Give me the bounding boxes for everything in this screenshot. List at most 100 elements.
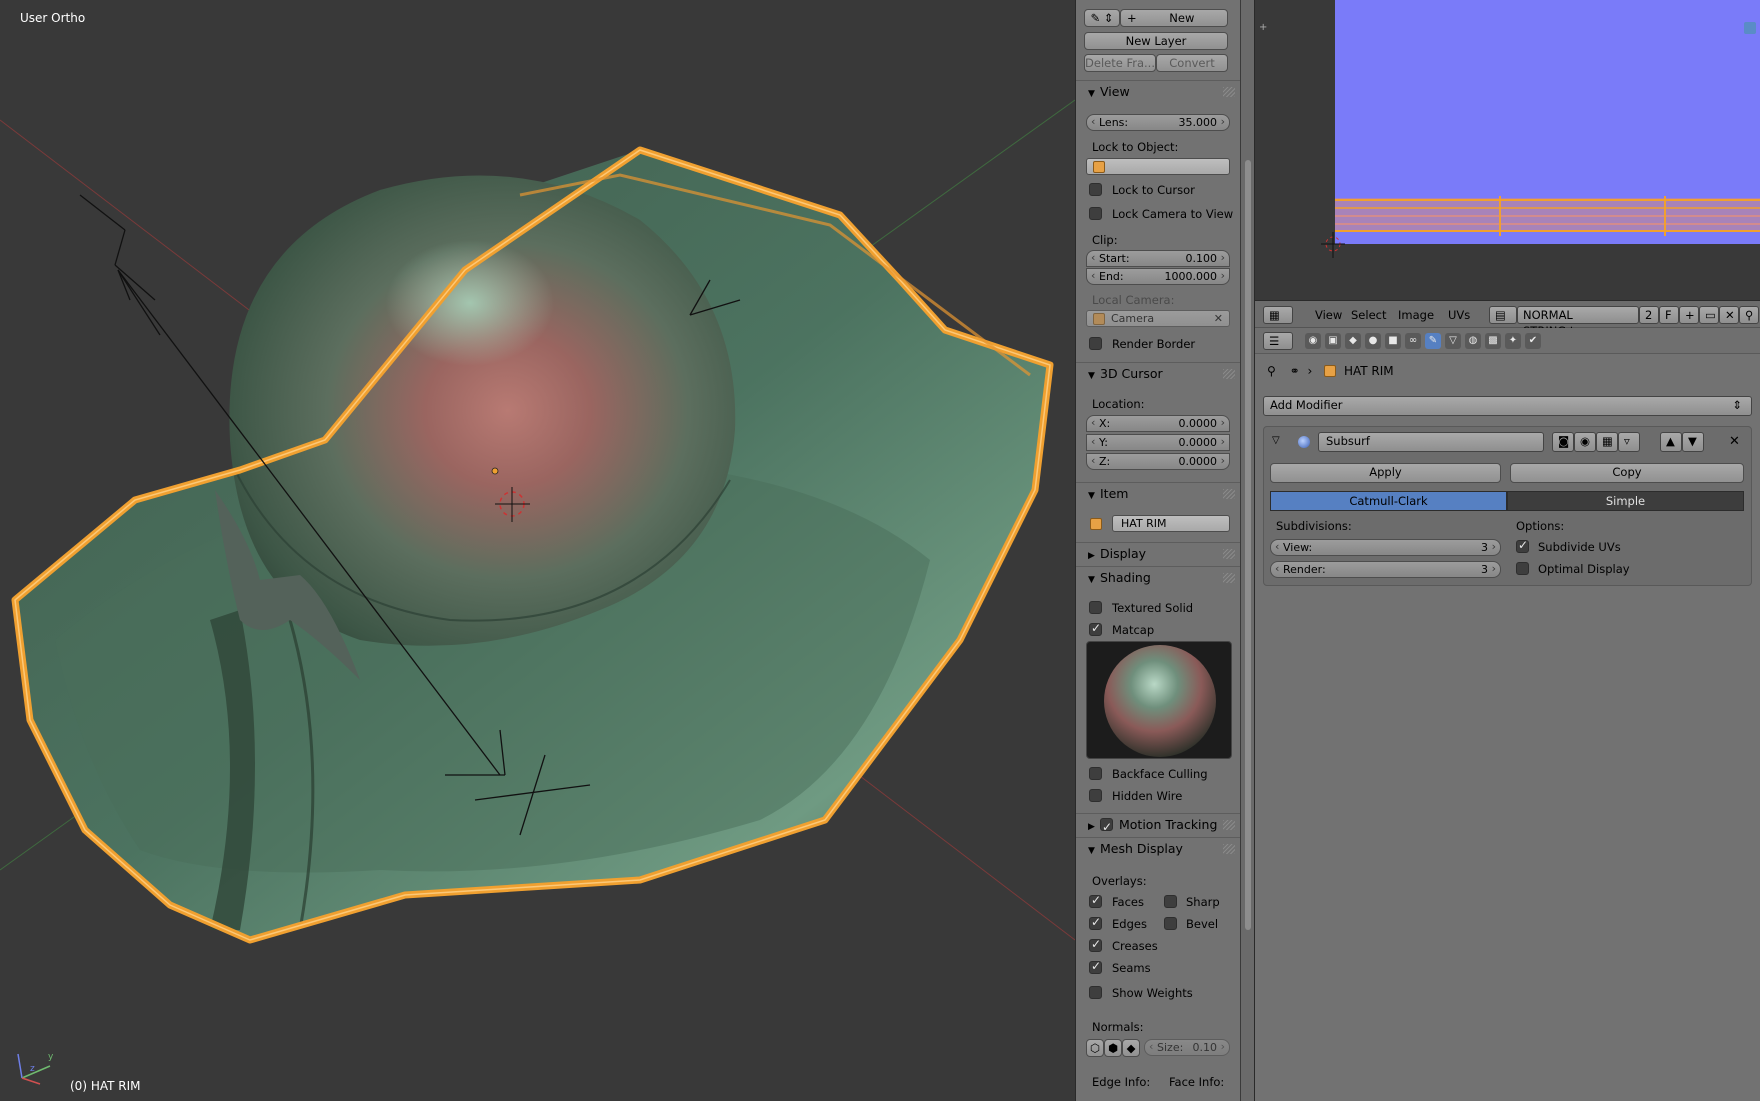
simple-toggle[interactable]: Simple: [1507, 491, 1744, 511]
copy-button[interactable]: Copy: [1510, 463, 1744, 483]
item-name-field[interactable]: HAT RIM: [1112, 515, 1230, 532]
image-users-count[interactable]: 2: [1639, 306, 1659, 324]
textured-solid-checkbox[interactable]: [1089, 601, 1102, 614]
uv-islands[interactable]: [1335, 196, 1760, 236]
render-layers-tab-icon[interactable]: ▣: [1325, 333, 1341, 349]
toolbar-toggle-icon[interactable]: [1744, 22, 1756, 34]
modifiers-wrench-icon[interactable]: ✎: [1425, 333, 1441, 349]
view-panel-header[interactable]: ▼ View: [1076, 80, 1240, 102]
texture-tab-icon[interactable]: ▩: [1485, 333, 1501, 349]
hat-scene[interactable]: [0, 0, 1075, 1101]
grip-icon[interactable]: [1223, 369, 1235, 379]
creases-checkbox[interactable]: [1089, 937, 1102, 952]
bevel-checkbox[interactable]: [1164, 917, 1177, 930]
show-render-toggle[interactable]: ◙: [1552, 432, 1574, 452]
normal-size-field[interactable]: Size: 0.10: [1144, 1039, 1230, 1056]
face-normals-button[interactable]: ◆: [1122, 1039, 1140, 1057]
properties-shelf[interactable]: ✎ ⇕ + New New Layer Delete Fra... Conver…: [1075, 0, 1240, 1101]
physics-tab-icon[interactable]: ✔: [1525, 333, 1541, 349]
render-levels-field[interactable]: Render: 3: [1270, 561, 1501, 578]
lock-camera-checkbox[interactable]: [1089, 207, 1102, 220]
scene-tab-icon[interactable]: ◆: [1345, 333, 1361, 349]
cursor-panel-header[interactable]: ▼ 3D Cursor: [1076, 362, 1240, 384]
unlink-image-button[interactable]: ✕: [1719, 306, 1739, 324]
world-tab-icon[interactable]: ●: [1365, 333, 1381, 349]
clip-start-field[interactable]: Start: 0.100: [1086, 250, 1230, 267]
properties-editor-menu[interactable]: ☰: [1263, 332, 1293, 350]
properties-tabs[interactable]: ☰ ◉ ▣ ◆ ● ■ ∞ ✎ ▽ ◍ ▩ ✦ ✔: [1255, 328, 1760, 354]
lock-to-cursor-checkbox[interactable]: [1089, 183, 1102, 196]
optimal-display-checkbox[interactable]: [1516, 562, 1529, 575]
shading-panel-header[interactable]: ▼ Shading: [1076, 566, 1240, 588]
edges-checkbox[interactable]: [1089, 915, 1102, 930]
faces-checkbox[interactable]: [1089, 893, 1102, 908]
3d-viewport[interactable]: User Ortho (0) HAT RIM y z: [0, 0, 1075, 1101]
editor-type-menu[interactable]: ▦: [1263, 306, 1293, 324]
image-editor-header[interactable]: ▦ View Select Image UVs ▤ NORMAL STRING.…: [1255, 300, 1760, 338]
pencil-mode-toggle[interactable]: ✎ ⇕: [1084, 9, 1120, 27]
lens-field[interactable]: Lens: 35.000: [1086, 114, 1230, 131]
motion-tracking-header[interactable]: ▶ Motion Tracking: [1076, 813, 1240, 838]
menu-select[interactable]: Select: [1351, 308, 1386, 322]
render-border-checkbox[interactable]: [1089, 337, 1102, 350]
scrollbar-thumb[interactable]: [1245, 160, 1251, 930]
image-name-field[interactable]: NORMAL STRING.tga: [1517, 306, 1639, 338]
modifier-name-field[interactable]: Subsurf: [1318, 432, 1544, 452]
open-image-button[interactable]: ▭: [1699, 306, 1719, 324]
cursor-y-field[interactable]: Y: 0.0000: [1086, 434, 1230, 451]
pin-icon[interactable]: ⚲: [1267, 364, 1276, 378]
clear-x-icon[interactable]: ✕: [1214, 311, 1223, 326]
material-tab-icon[interactable]: ◍: [1465, 333, 1481, 349]
mesh-display-header[interactable]: ▼ Mesh Display: [1076, 837, 1240, 859]
seams-checkbox[interactable]: [1089, 959, 1102, 974]
grip-icon[interactable]: [1223, 489, 1235, 499]
subdivide-uvs-checkbox[interactable]: [1516, 538, 1529, 553]
data-tab-icon[interactable]: ▽: [1445, 333, 1461, 349]
menu-view[interactable]: View: [1315, 308, 1342, 322]
apply-button[interactable]: Apply: [1270, 463, 1501, 483]
clip-end-field[interactable]: End: 1000.000: [1086, 268, 1230, 285]
catmull-clark-toggle[interactable]: Catmull-Clark: [1270, 491, 1507, 511]
shelf-scrollbar[interactable]: [1241, 0, 1255, 1101]
matcap-preview[interactable]: [1086, 641, 1232, 759]
fake-user-toggle[interactable]: F: [1659, 306, 1679, 324]
grip-icon[interactable]: [1223, 549, 1235, 559]
move-up-button[interactable]: ▲: [1660, 432, 1682, 452]
hidden-wire-checkbox[interactable]: [1089, 789, 1102, 802]
show-weights-checkbox[interactable]: [1089, 986, 1102, 999]
cursor-x-field[interactable]: X: 0.0000: [1086, 415, 1230, 432]
show-editmode-toggle[interactable]: ▦: [1596, 432, 1618, 452]
menu-uvs[interactable]: UVs: [1448, 308, 1470, 322]
properties-editor[interactable]: ☰ ◉ ▣ ◆ ● ■ ∞ ✎ ▽ ◍ ▩ ✦ ✔ ⚲ ⚭ › HAT RIM …: [1255, 328, 1760, 1101]
local-camera-field[interactable]: Camera ✕: [1086, 310, 1230, 327]
subsurf-modifier-panel[interactable]: ▽ Subsurf ◙ ◉ ▦ ▿ ▲ ▼ ✕ Apply Copy Catmu…: [1263, 426, 1752, 586]
remove-modifier-close-icon[interactable]: ✕: [1729, 434, 1740, 449]
backface-culling-checkbox[interactable]: [1089, 767, 1102, 780]
delete-frame-button[interactable]: Delete Fra...: [1084, 54, 1156, 72]
add-modifier-dropdown[interactable]: Add Modifier ⇕: [1263, 396, 1752, 416]
view-levels-field[interactable]: View: 3: [1270, 539, 1501, 556]
new-image-button[interactable]: +: [1679, 306, 1699, 324]
render-tab-icon[interactable]: ◉: [1305, 333, 1321, 349]
plus-corner-icon[interactable]: +: [1259, 22, 1271, 34]
vertex-normals-button[interactable]: ⬡: [1086, 1039, 1104, 1057]
menu-image[interactable]: Image: [1398, 308, 1434, 322]
show-viewport-toggle[interactable]: ◉: [1574, 432, 1596, 452]
cursor-z-field[interactable]: Z: 0.0000: [1086, 453, 1230, 470]
uv-image-editor[interactable]: +: [1255, 0, 1760, 300]
pin-image-button[interactable]: ⚲: [1739, 306, 1759, 324]
convert-button[interactable]: Convert: [1156, 54, 1228, 72]
item-panel-header[interactable]: ▼ Item: [1076, 482, 1240, 504]
grip-icon[interactable]: [1223, 844, 1235, 854]
move-down-button[interactable]: ▼: [1682, 432, 1704, 452]
show-on-cage-toggle[interactable]: ▿: [1618, 432, 1640, 452]
lock-object-field[interactable]: [1086, 158, 1230, 175]
split-normals-button[interactable]: ⬢: [1104, 1039, 1122, 1057]
motion-tracking-checkbox[interactable]: [1100, 816, 1113, 838]
image-browse-button[interactable]: ▤: [1489, 306, 1517, 324]
grip-icon[interactable]: [1223, 87, 1235, 97]
sharp-checkbox[interactable]: [1164, 895, 1177, 908]
constraints-tab-icon[interactable]: ∞: [1405, 333, 1421, 349]
new-grease-button[interactable]: + New: [1120, 9, 1228, 27]
grip-icon[interactable]: [1223, 573, 1235, 583]
